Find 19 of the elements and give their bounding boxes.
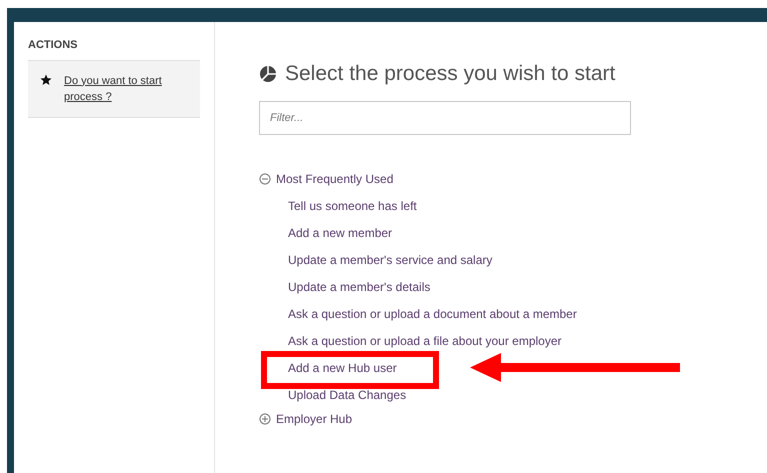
star-icon [40,74,52,86]
expand-icon[interactable] [259,412,271,424]
process-link[interactable]: Upload Data Changes [288,386,406,404]
arrow-icon [470,352,680,382]
start-process-link[interactable]: Do you want to start process ? [64,72,186,104]
process-link[interactable]: Update a member's service and salary [288,250,492,268]
sidebar-heading: ACTIONS [28,38,78,53]
page-title: Select the process you wish to start [285,61,616,87]
process-link[interactable]: Ask a question or upload a document about a member [288,304,577,322]
process-link[interactable]: Add a new member [288,224,392,242]
process-link[interactable]: Add a new Hub user [288,358,397,376]
pie-chart-icon [259,64,277,83]
collapse-icon[interactable] [259,172,271,184]
process-link[interactable]: Tell us someone has left [288,196,417,214]
filter-field[interactable]: Filter... [259,100,631,134]
group-label[interactable]: Most Frequently Used [276,170,394,188]
process-link[interactable]: Ask a question or upload a file about your employer [288,332,562,350]
group-label[interactable]: Employer Hub [276,410,352,428]
process-link[interactable]: Update a member's details [288,278,430,296]
